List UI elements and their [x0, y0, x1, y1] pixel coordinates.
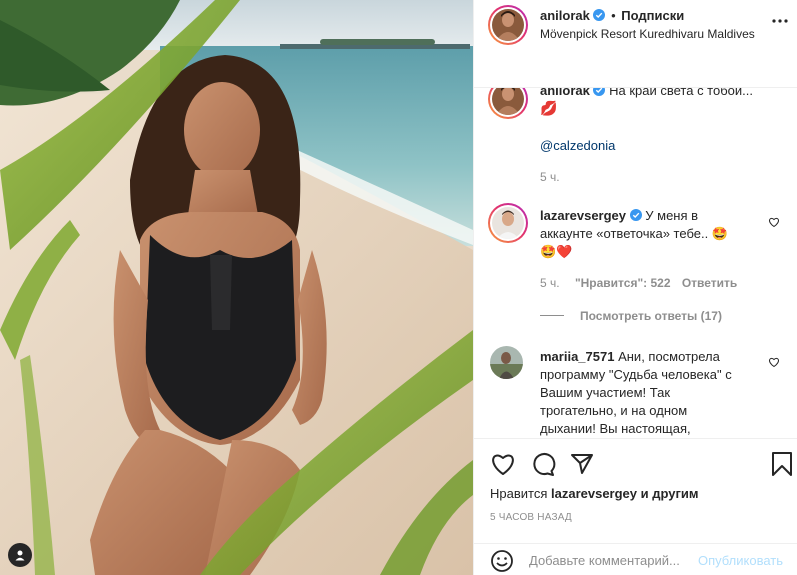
publish-button[interactable]: Опубликовать — [698, 553, 783, 568]
comment-text-line1: Ани, посмотрела — [618, 349, 720, 364]
comment-reply-button[interactable]: Ответить — [682, 276, 737, 290]
caption-text: На край света с тобой... — [609, 88, 753, 98]
comment-text-line2: аккаунте «ответочка» тебе.. — [540, 226, 709, 241]
verified-badge-icon — [593, 9, 606, 21]
comment-text-line3: Вашим участием! Так — [540, 385, 671, 400]
heart-icon[interactable] — [490, 452, 516, 476]
likes-user-link[interactable]: lazarevsergey — [551, 486, 637, 501]
likes-connector[interactable]: и другим — [641, 486, 699, 501]
caption-emoji: 💋 — [540, 100, 558, 116]
verified-badge-icon — [593, 88, 606, 96]
post-actions: Нравится lazarevsergey и другим 5 ЧАСОВ … — [474, 438, 797, 543]
bookmark-icon[interactable] — [771, 452, 793, 476]
add-comment-bar: Опубликовать — [474, 543, 797, 575]
caption-username[interactable]: anilorak — [540, 88, 590, 98]
post-photo[interactable] — [0, 0, 473, 575]
comment-input[interactable] — [529, 550, 699, 570]
post-time-ago[interactable]: 5 ЧАСОВ НАЗАД — [490, 512, 572, 523]
comment-username[interactable]: lazarevsergey — [540, 208, 626, 223]
comment-likes-count[interactable]: "Нравится": 522 — [575, 276, 671, 290]
caption-avatar[interactable] — [488, 88, 528, 119]
author-username[interactable]: anilorak — [540, 8, 590, 23]
likes-prefix: Нравится — [490, 486, 548, 501]
replies-divider-line — [540, 315, 564, 316]
comment-text-line1: У меня в — [645, 208, 699, 223]
comments-list[interactable]: anilorak На край света с тобой... 💋 @cal… — [474, 88, 797, 438]
comment-emoji: 🤩 — [711, 226, 729, 241]
comment-emoji-line: 🤩❤️ — [540, 244, 573, 259]
comment-avatar[interactable] — [488, 203, 528, 243]
comment-text-line4: трогательно, и на одном — [540, 403, 688, 418]
comment-text-line2: программу "Судьба человека" с — [540, 367, 732, 382]
smiley-icon[interactable] — [490, 549, 514, 573]
following-button[interactable]: Подписки — [621, 8, 684, 23]
user-tag-icon[interactable] — [8, 543, 32, 567]
post-side-panel: anilorak • Подписки Mövenpick Resort Kur… — [473, 0, 797, 575]
paper-plane-icon[interactable] — [570, 452, 594, 476]
post-location[interactable]: Mövenpick Resort Kuredhivaru Maldives — [540, 27, 755, 41]
comment-text-line5: дыхании! Вы настоящая, — [540, 421, 691, 436]
comment-avatar[interactable] — [490, 346, 523, 379]
author-avatar[interactable] — [488, 5, 528, 45]
comment-like-heart-icon[interactable] — [768, 356, 780, 368]
likes-summary: Нравится lazarevsergey и другим — [490, 486, 699, 501]
view-replies-button[interactable]: Посмотреть ответы (17) — [580, 309, 722, 323]
comment-time[interactable]: 5 ч. — [540, 276, 560, 290]
comment-username[interactable]: mariia_7571 — [540, 349, 614, 364]
verified-badge-icon — [629, 209, 642, 221]
photo-image — [0, 0, 473, 575]
caption-mention-link[interactable]: @calzedonia — [540, 138, 615, 153]
caption-time[interactable]: 5 ч. — [540, 170, 560, 184]
comment-like-heart-icon[interactable] — [768, 216, 780, 228]
more-options-icon[interactable] — [770, 15, 790, 27]
header-separator: • — [611, 8, 616, 23]
post-header: anilorak • Подписки Mövenpick Resort Kur… — [474, 0, 797, 88]
comment-icon[interactable] — [531, 452, 556, 477]
